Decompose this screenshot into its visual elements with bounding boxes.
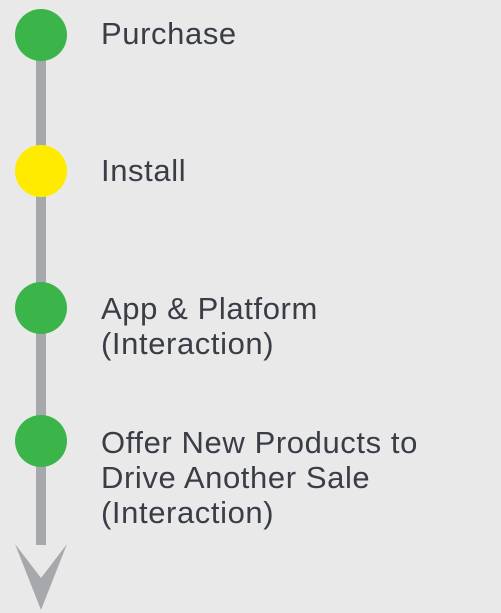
step-marker-offer-new-products: [15, 415, 67, 467]
step-marker-install: [15, 145, 67, 197]
step-label-app-platform: App & Platform (Interaction): [101, 291, 318, 361]
step-marker-purchase: [15, 9, 67, 61]
step-label-install: Install: [101, 153, 187, 188]
step-label-purchase: Purchase: [101, 16, 237, 51]
timeline-arrowhead: [15, 544, 67, 610]
step-marker-app-platform: [15, 282, 67, 334]
step-label-offer-new-products: Offer New Products to Drive Another Sale…: [101, 425, 418, 530]
